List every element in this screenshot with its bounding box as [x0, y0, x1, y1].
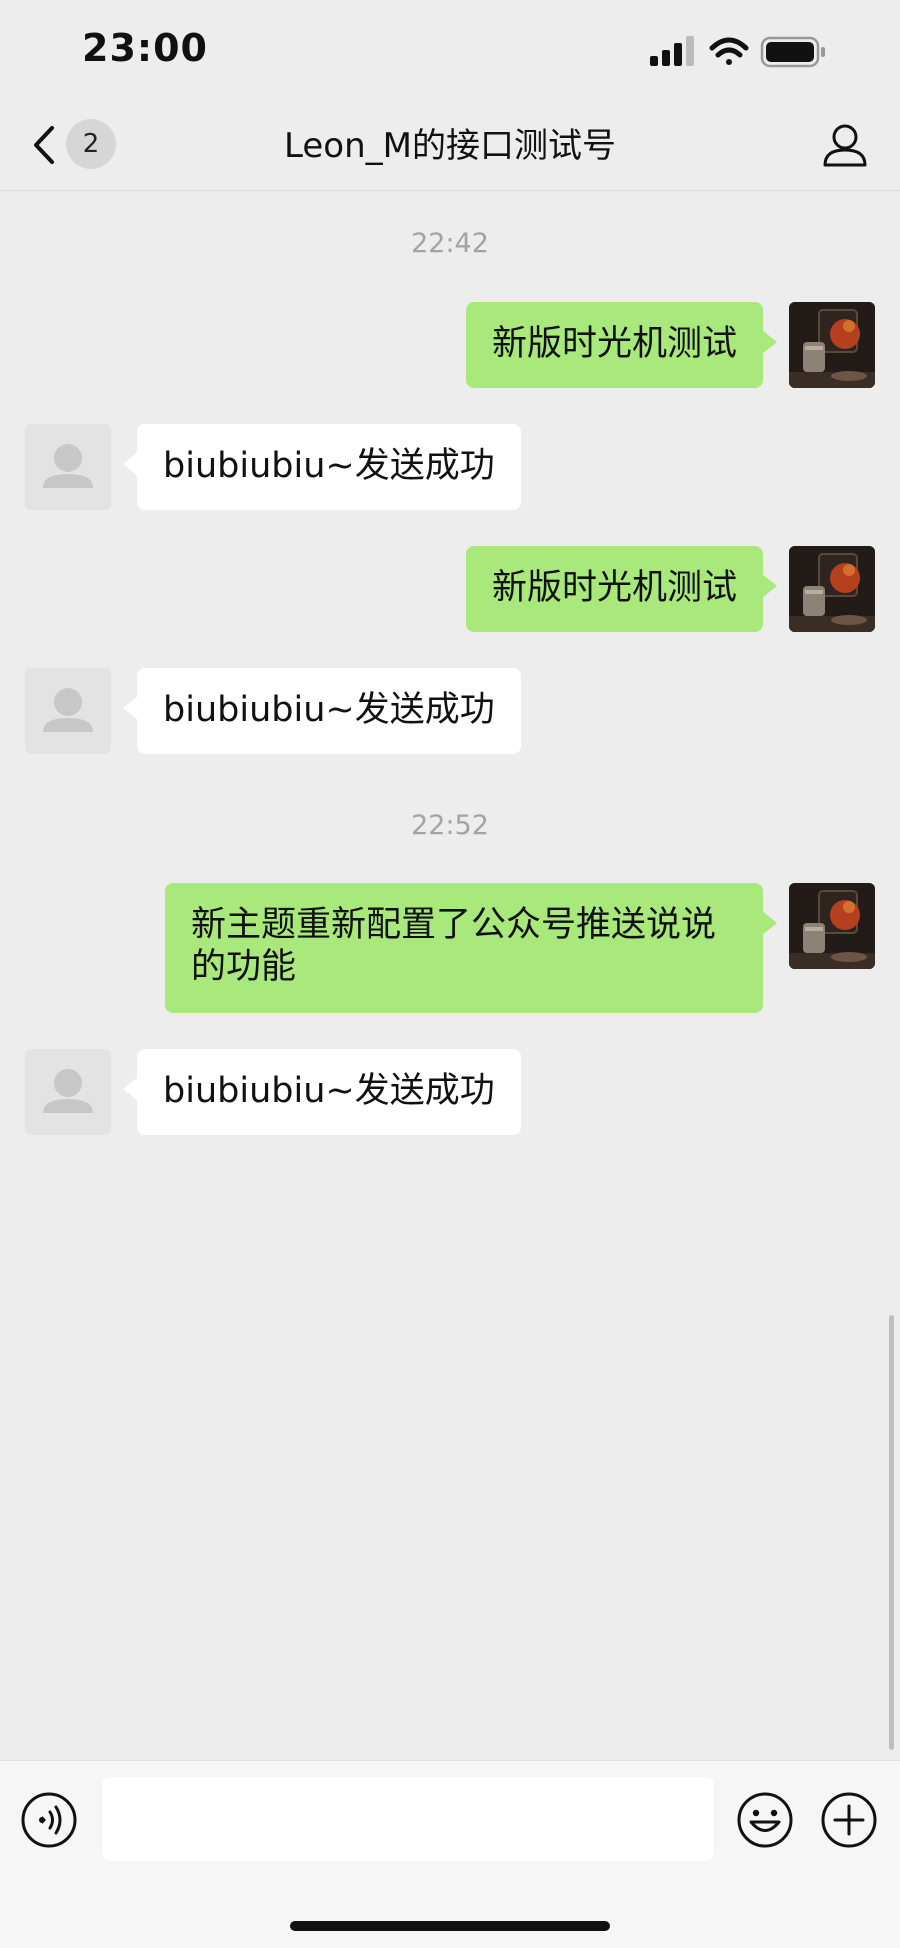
default-avatar-icon	[25, 424, 111, 510]
contact-avatar[interactable]	[25, 668, 111, 754]
status-icons	[650, 36, 825, 68]
received-message-bubble[interactable]: biubiubiu~发送成功	[123, 668, 521, 754]
self-avatar[interactable]	[789, 546, 875, 632]
contact-avatar[interactable]	[25, 1049, 111, 1135]
status-time: 23:00	[82, 26, 208, 70]
default-avatar-icon	[25, 1049, 111, 1135]
received-message-bubble[interactable]: biubiubiu~发送成功	[123, 1049, 521, 1135]
emoji-icon[interactable]	[736, 1791, 794, 1849]
battery-icon	[760, 36, 825, 68]
cellular-signal-icon	[650, 36, 694, 66]
sent-message-bubble[interactable]: 新版时光机测试	[465, 546, 778, 632]
voice-icon[interactable]	[20, 1791, 78, 1849]
message-input[interactable]	[102, 1777, 714, 1861]
home-indicator	[290, 1921, 610, 1931]
sent-message-bubble[interactable]: 新主题重新配置了公众号推送说说 的功能	[165, 883, 777, 1013]
chevron-left-icon	[34, 126, 54, 164]
self-avatar[interactable]	[789, 883, 875, 969]
status-bar: 23:00	[0, 0, 900, 100]
unread-count-badge[interactable]: 2	[66, 119, 116, 169]
default-avatar-icon	[25, 668, 111, 754]
wifi-icon	[709, 37, 749, 65]
sent-message-bubble[interactable]: 新版时光机测试	[465, 302, 778, 388]
scrollbar[interactable]	[889, 1315, 894, 1750]
nav-bar: 2 Leon_M的接口测试号	[0, 100, 900, 191]
self-avatar[interactable]	[789, 302, 875, 388]
contact-avatar[interactable]	[25, 424, 111, 510]
message-timestamp: 22:42	[411, 228, 489, 259]
message-timestamp: 22:52	[411, 810, 489, 841]
plus-icon[interactable]	[820, 1791, 878, 1849]
chat-title: Leon_M的接口测试号	[284, 126, 616, 166]
received-message-bubble[interactable]: biubiubiu~发送成功	[123, 424, 521, 510]
person-icon[interactable]	[820, 120, 870, 170]
input-bar	[0, 1760, 900, 1948]
